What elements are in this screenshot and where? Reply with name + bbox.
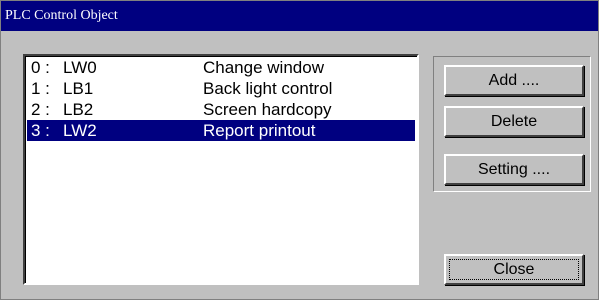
item-address: LW0 bbox=[63, 58, 97, 77]
setting-button[interactable]: Setting .... bbox=[444, 154, 584, 185]
item-name: Screen hardcopy bbox=[203, 100, 332, 119]
list-item[interactable]: 2 : LB2 Screen hardcopy bbox=[27, 99, 415, 120]
item-name: Back light control bbox=[203, 79, 333, 98]
item-index: 3 : bbox=[31, 121, 50, 140]
close-button[interactable]: Close bbox=[444, 254, 584, 285]
item-name: Report printout bbox=[203, 121, 316, 140]
item-address: LW2 bbox=[63, 121, 97, 140]
list-item[interactable]: 1 : LB1 Back light control bbox=[27, 78, 415, 99]
plc-control-object-dialog: PLC Control Object 0 : LW0 Change window… bbox=[0, 0, 599, 300]
item-index: 1 : bbox=[31, 79, 50, 98]
add-button[interactable]: Add .... bbox=[444, 65, 584, 96]
plc-object-list[interactable]: 0 : LW0 Change window 1 : LB1 Back light… bbox=[23, 54, 419, 285]
window-title: PLC Control Object bbox=[1, 1, 598, 31]
item-name: Change window bbox=[203, 58, 324, 77]
item-index: 0 : bbox=[31, 58, 50, 77]
item-index: 2 : bbox=[31, 100, 50, 119]
list-item[interactable]: 0 : LW0 Change window bbox=[27, 57, 415, 78]
item-address: LB1 bbox=[63, 79, 94, 98]
delete-button[interactable]: Delete bbox=[444, 106, 584, 137]
item-address: LB2 bbox=[63, 100, 94, 119]
list-item-selected[interactable]: 3 : LW2 Report printout bbox=[27, 120, 415, 141]
